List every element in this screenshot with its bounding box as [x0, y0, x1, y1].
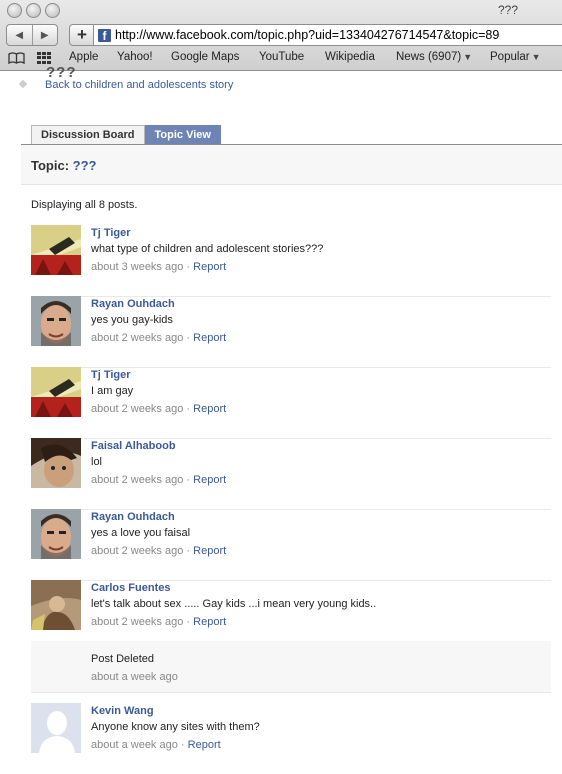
- deleted-post-item: Post Deleted about a week ago: [31, 641, 551, 693]
- bookmark-youtube[interactable]: YouTube: [259, 51, 304, 63]
- post-text: Anyone know any sites with them?: [91, 721, 260, 733]
- meta-separator: ·: [177, 739, 188, 751]
- post-item: Kevin Wang Anyone know any sites with th…: [31, 703, 551, 774]
- tab-discussion-board[interactable]: Discussion Board: [31, 125, 145, 145]
- forward-arrow-icon: ▶: [40, 29, 49, 41]
- meta-separator: ·: [183, 545, 194, 557]
- tj-tiger-avatar[interactable]: [31, 367, 81, 417]
- post-text: what type of children and adolescent sto…: [91, 243, 324, 255]
- bookmark-news-menu[interactable]: News (6907) ▼: [396, 51, 472, 63]
- post-item: Tj Tiger I am gay about 2 weeks ago · Re…: [31, 367, 551, 439]
- post-item: Rayan Ouhdach yes a love you faisal abou…: [31, 509, 551, 581]
- bookmark-popular-menu[interactable]: Popular ▼: [490, 51, 541, 63]
- topic-header: Topic: ???: [21, 145, 562, 185]
- back-arrow-icon: ◀: [15, 29, 24, 41]
- back-to-group-link[interactable]: Back to children and adolescents story: [45, 79, 233, 91]
- post-item: Faisal Alhaboob lol about 2 weeks ago · …: [31, 438, 551, 510]
- url-text: http://www.facebook.com/topic.php?uid=13…: [115, 28, 500, 42]
- report-link[interactable]: Report: [193, 332, 226, 344]
- post-text: yes a love you faisal: [91, 527, 191, 539]
- report-link[interactable]: Report: [193, 616, 226, 628]
- meta-separator: ·: [183, 403, 194, 415]
- forward-button[interactable]: ▶: [31, 25, 58, 45]
- zoom-window-button[interactable]: [45, 3, 60, 18]
- top-sites-grid-icon[interactable]: [37, 52, 51, 64]
- post-timestamp: about 2 weeks ago: [91, 616, 184, 628]
- post-item: Rayan Ouhdach yes you gay-kids about 2 w…: [31, 296, 551, 368]
- post-deleted-text: Post Deleted: [91, 653, 154, 665]
- facebook-favicon-icon: f: [98, 28, 111, 43]
- bookmark-yahoo[interactable]: Yahoo!: [117, 51, 153, 63]
- tj-tiger-avatar[interactable]: [31, 225, 81, 275]
- minimize-window-button[interactable]: [26, 3, 41, 18]
- post-author-link[interactable]: Faisal Alhaboob: [91, 440, 176, 452]
- meta-separator: ·: [183, 616, 194, 628]
- close-window-button[interactable]: [7, 3, 22, 18]
- carlos-avatar[interactable]: [31, 580, 81, 630]
- bookmark-apple[interactable]: Apple: [69, 51, 98, 63]
- meta-separator: ·: [183, 474, 194, 486]
- bookmark-google-maps[interactable]: Google Maps: [171, 51, 239, 63]
- topic-name-link[interactable]: ???: [73, 158, 97, 173]
- post-timestamp: about a week ago: [91, 671, 178, 683]
- topic-title: Topic: ???: [31, 158, 96, 173]
- post-text: yes you gay-kids: [91, 314, 173, 326]
- post-timestamp: about 2 weeks ago: [91, 332, 184, 344]
- report-link[interactable]: Report: [188, 739, 221, 751]
- post-timestamp: about 2 weeks ago: [91, 474, 184, 486]
- post-text: I am gay: [91, 385, 134, 397]
- report-link[interactable]: Report: [193, 403, 226, 415]
- post-timestamp: about 3 weeks ago: [91, 261, 184, 273]
- post-item: Tj Tiger what type of children and adole…: [31, 225, 551, 297]
- topic-label: Topic:: [31, 158, 70, 173]
- post-meta: about 2 weeks ago · Report: [91, 332, 226, 344]
- rayan-avatar[interactable]: [31, 509, 81, 559]
- bookmarks-bar: Apple Yahoo! Google Maps YouTube Wikiped…: [0, 47, 562, 69]
- tab-topic-view[interactable]: Topic View: [144, 125, 221, 145]
- post-meta: about a week ago · Report: [91, 739, 221, 751]
- post-meta: about 2 weeks ago · Report: [91, 403, 226, 415]
- bookmark-news-label: News (6907): [396, 51, 462, 63]
- post-text: lol: [91, 456, 103, 468]
- chevron-down-icon: ▼: [531, 52, 541, 62]
- title-bar: ???: [0, 0, 562, 20]
- post-text: let's talk about sex ..... Gay kids ...i…: [91, 598, 377, 610]
- back-button[interactable]: ◀: [7, 25, 32, 45]
- post-count: Displaying all 8 posts.: [31, 199, 138, 211]
- bookmark-popular-label: Popular: [490, 51, 530, 63]
- history-buttons: ◀ ▶: [6, 24, 58, 46]
- post-author-link[interactable]: Kevin Wang: [91, 705, 154, 717]
- post-timestamp: about 2 weeks ago: [91, 403, 184, 415]
- report-link[interactable]: Report: [193, 261, 226, 273]
- rayan-avatar[interactable]: [31, 296, 81, 346]
- browser-chrome: ??? ◀ ▶ + f http://www.facebook.com/topi…: [0, 0, 562, 71]
- window-title: ???: [498, 3, 519, 17]
- post-author-link[interactable]: Tj Tiger: [91, 227, 131, 239]
- bookmark-wikipedia[interactable]: Wikipedia: [325, 51, 375, 63]
- topic-tabs: Discussion Board Topic View: [31, 125, 221, 145]
- meta-separator: ·: [183, 332, 194, 344]
- back-link-bullet-icon: [18, 79, 28, 89]
- meta-separator: ·: [183, 261, 194, 273]
- post-meta: about 2 weeks ago · Report: [91, 474, 226, 486]
- post-meta: about 3 weeks ago · Report: [91, 261, 226, 273]
- post-timestamp: about a week ago: [91, 739, 178, 751]
- plus-icon: +: [77, 25, 87, 44]
- post-author-link[interactable]: Carlos Fuentes: [91, 582, 170, 594]
- report-link[interactable]: Report: [193, 545, 226, 557]
- post-author-link[interactable]: Rayan Ouhdach: [91, 298, 175, 310]
- chevron-down-icon: ▼: [463, 52, 473, 62]
- add-bookmark-button[interactable]: +: [69, 24, 95, 46]
- faisal-avatar[interactable]: [31, 438, 81, 488]
- default-silhouette-avatar[interactable]: [31, 703, 81, 753]
- address-bar[interactable]: f http://www.facebook.com/topic.php?uid=…: [93, 24, 562, 46]
- post-author-link[interactable]: Rayan Ouhdach: [91, 511, 175, 523]
- post-timestamp: about 2 weeks ago: [91, 545, 184, 557]
- post-meta: about 2 weeks ago · Report: [91, 616, 226, 628]
- post-author-link[interactable]: Tj Tiger: [91, 369, 131, 381]
- post-meta: about 2 weeks ago · Report: [91, 545, 226, 557]
- report-link[interactable]: Report: [193, 474, 226, 486]
- bookmarks-book-icon[interactable]: [8, 52, 25, 67]
